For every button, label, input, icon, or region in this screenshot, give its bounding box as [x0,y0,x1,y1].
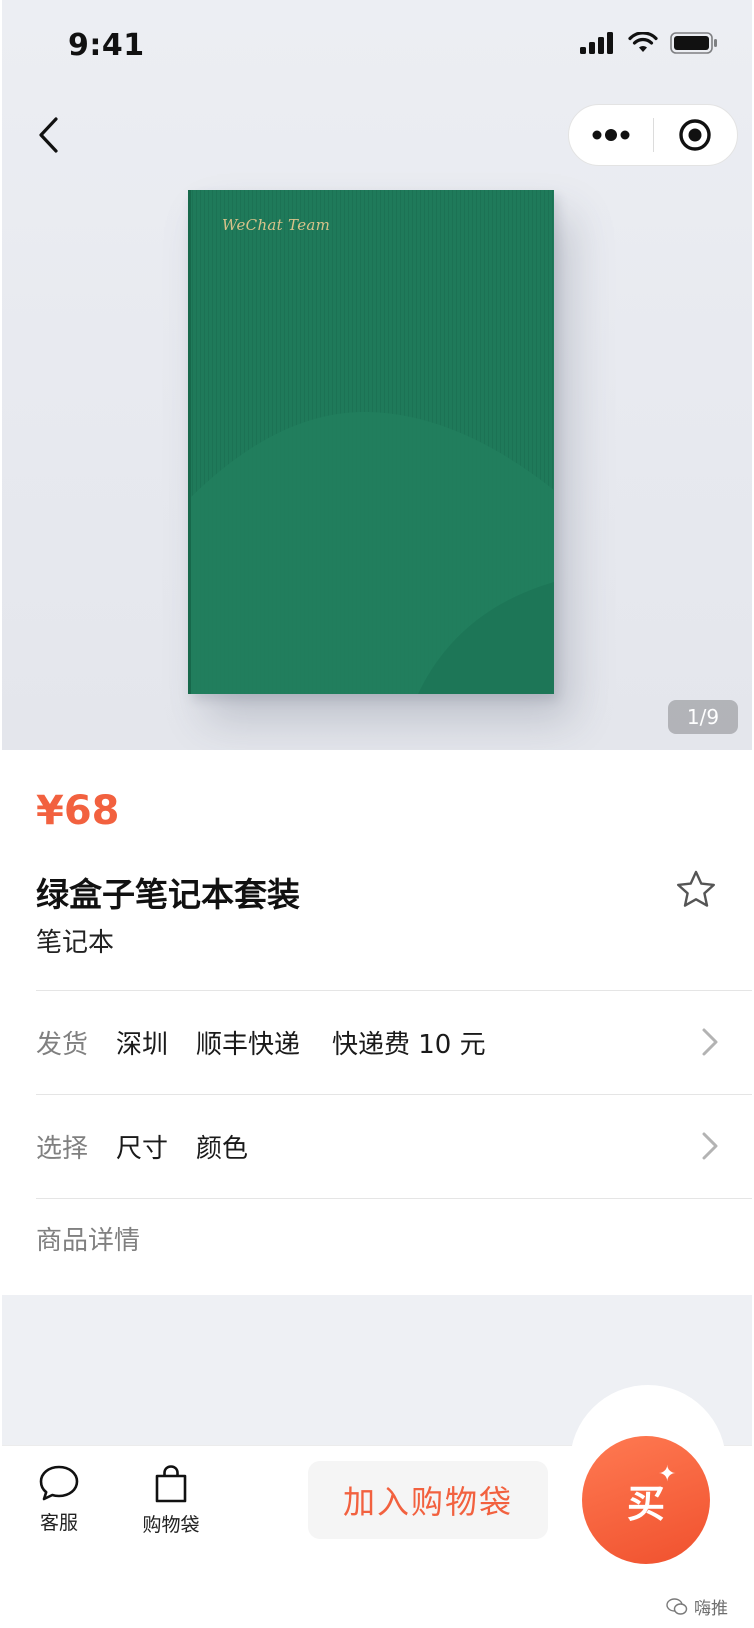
star-icon [677,870,715,907]
more-button[interactable] [569,105,653,165]
gallery-page-indicator: 1/9 [668,700,738,734]
product-details-heading: 商品详情 [36,1226,141,1256]
watermark: 嗨推 [666,1594,728,1619]
customer-service-button[interactable]: 客服 [14,1464,104,1535]
add-to-bag-button[interactable]: 加入购物袋 [308,1461,548,1539]
product-gallery[interactable]: 9:41 WeChat Team 1/9 [2,0,752,750]
product-image-texture [188,190,554,694]
box-logo-text: WeChat Team [222,216,331,234]
shipping-row[interactable]: 发货 深圳 顺丰快递 快递费 10 元 [2,990,752,1094]
sparkle-icon: ✦ [658,1462,677,1487]
screen: 9:41 WeChat Team 1/9 ¥68 绿盒子笔记本套装 笔记本 发货… [2,0,752,1628]
option-color: 颜色 [196,1133,249,1164]
wifi-icon [628,32,658,52]
divider [36,1198,752,1199]
favorite-button[interactable] [674,868,718,912]
status-icons [580,32,718,54]
close-button[interactable] [654,105,738,165]
shopping-bag-icon [155,1465,187,1503]
chevron-right-icon [702,1028,718,1056]
product-title: 绿盒子笔记本套装 [36,875,300,914]
target-circle-icon [679,119,711,151]
option-size: 尺寸 [116,1133,169,1164]
shopping-bag-label: 购物袋 [142,1514,200,1536]
product-price: ¥68 [36,788,120,834]
mini-program-capsule [568,104,738,166]
battery-icon [670,32,717,54]
back-button[interactable] [28,110,68,160]
shopping-bag-button[interactable]: 购物袋 [126,1464,216,1537]
chevron-left-icon [39,117,58,153]
customer-service-label: 客服 [39,1512,78,1534]
shipping-label: 发货 [36,1029,89,1060]
shipping-fee: 快递费 10 元 [332,1029,486,1060]
options-row[interactable]: 选择 尺寸 颜色 [2,1094,752,1198]
shipping-carrier: 顺丰快递 [196,1029,301,1060]
chat-bubble-icon [39,1465,79,1501]
chevron-right-icon [702,1132,718,1160]
status-time: 9:41 [68,28,145,63]
wechat-logo-icon [666,1597,688,1615]
options-label: 选择 [36,1133,89,1164]
buy-now-button[interactable]: 买 ✦ [582,1436,710,1564]
more-dots-icon [592,129,630,141]
product-info-card: ¥68 绿盒子笔记本套装 笔记本 发货 深圳 顺丰快递 快递费 10 元 选择 … [2,750,752,1295]
product-category: 笔记本 [36,928,115,958]
watermark-text: 嗨推 [694,1599,728,1619]
product-image: WeChat Team [188,190,554,694]
shipping-city: 深圳 [116,1029,169,1060]
signal-icon [580,32,613,54]
